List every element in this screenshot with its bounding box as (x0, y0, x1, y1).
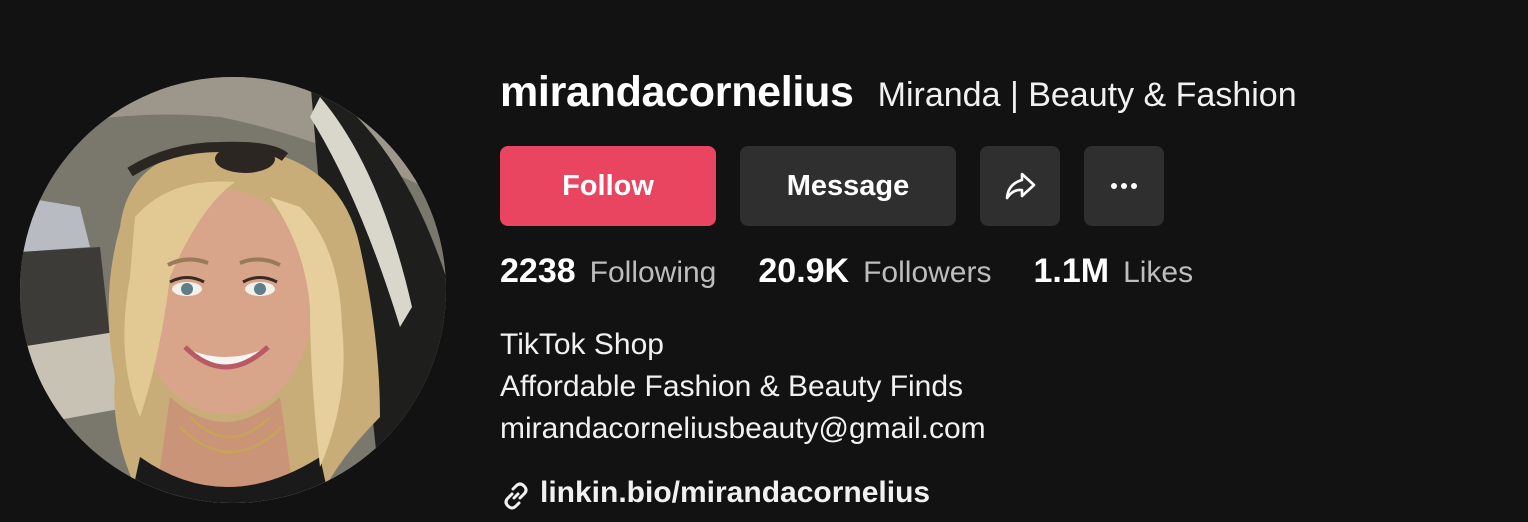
name-row: mirandacornelius Miranda | Beauty & Fash… (500, 68, 1297, 117)
stat-label: Following (589, 256, 717, 289)
username: mirandacornelius (500, 68, 854, 116)
bio-link[interactable]: linkin.bio/mirandacornelius (500, 474, 930, 512)
action-buttons: Follow Message (500, 146, 1164, 226)
stat-value: 2238 (500, 252, 576, 290)
stat-value: 20.9K (758, 252, 850, 290)
avatar-image (20, 77, 446, 503)
bio-line: TikTok Shop (500, 328, 664, 361)
stat-following[interactable]: 2238 Following (500, 252, 716, 291)
stat-followers[interactable]: 20.9K Followers (758, 252, 991, 291)
link-icon (504, 482, 528, 510)
bio-line: Affordable Fashion & Beauty Finds (500, 370, 964, 403)
nickname: Miranda | Beauty & Fashion (877, 76, 1297, 114)
bio: TikTok Shop Affordable Fashion & Beauty … (500, 324, 986, 450)
profile-stats: 2238 Following 20.9K Followers 1.1M Like… (500, 252, 1235, 291)
stat-value: 1.1M (1033, 252, 1110, 290)
ellipsis-icon (1111, 183, 1137, 189)
profile-header: mirandacornelius Miranda | Beauty & Fash… (0, 0, 1528, 522)
more-options-button[interactable] (1084, 146, 1164, 226)
stat-label: Followers (863, 256, 992, 289)
share-arrow-icon (1005, 172, 1036, 200)
follow-button[interactable]: Follow (500, 146, 716, 226)
avatar[interactable] (20, 77, 446, 503)
link-text: linkin.bio/mirandacornelius (540, 476, 931, 509)
bio-line: mirandacorneliusbeauty@gmail.com (500, 412, 986, 445)
stat-likes: 1.1M Likes (1033, 252, 1193, 291)
message-button[interactable]: Message (740, 146, 956, 226)
stat-label: Likes (1123, 256, 1194, 289)
share-button[interactable] (980, 146, 1060, 226)
